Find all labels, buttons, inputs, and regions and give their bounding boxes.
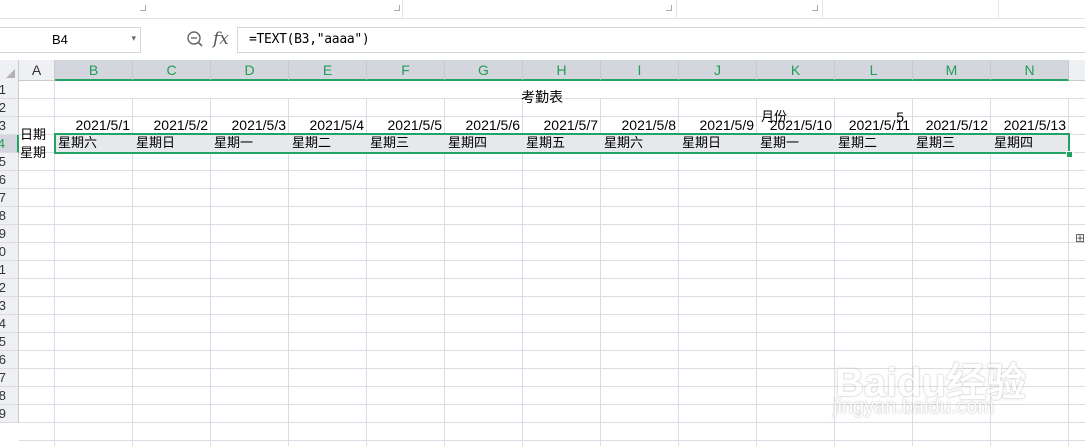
name-box[interactable]: B4 ▾ xyxy=(0,27,141,53)
column-header-a[interactable]: A xyxy=(19,60,55,81)
row-header-9[interactable]: 9 xyxy=(0,225,19,243)
row-header-17[interactable]: 7 xyxy=(0,369,19,387)
column-header-h[interactable]: H xyxy=(523,60,601,81)
column-header-filler xyxy=(1069,60,1085,81)
row-number: 3 xyxy=(0,117,6,134)
name-box-value: B4 xyxy=(52,32,68,47)
row-header-15[interactable]: 5 xyxy=(0,333,19,351)
group-launcher-icon[interactable] xyxy=(394,5,400,11)
row-number: 6 xyxy=(0,171,6,188)
zoom-icon[interactable] xyxy=(186,30,204,48)
toolbar-divider xyxy=(676,0,677,18)
date-cell[interactable]: 2021/5/13 xyxy=(991,117,1066,134)
row-number: 1 xyxy=(0,261,6,278)
row-header-14[interactable]: 4 xyxy=(0,315,19,333)
row-header-6[interactable]: 6 xyxy=(0,171,19,189)
row-number: 9 xyxy=(0,405,6,422)
column-header-c[interactable]: C xyxy=(133,60,211,81)
row-header-19[interactable]: 9 xyxy=(0,405,19,423)
row-number: 2 xyxy=(0,99,6,116)
group-launcher-icon[interactable] xyxy=(812,5,818,11)
toolbar-divider xyxy=(402,0,403,18)
date-cell[interactable]: 2021/5/1 xyxy=(55,117,131,134)
row-number: 8 xyxy=(0,387,6,404)
row-number: 7 xyxy=(0,369,6,386)
formula-input[interactable]: =TEXT(B3,"aaaa") xyxy=(237,27,1085,53)
date-cell[interactable]: 2021/5/5 xyxy=(367,117,443,134)
row-number: 4 xyxy=(0,315,6,332)
date-cell[interactable]: 2021/5/7 xyxy=(523,117,599,134)
toolbar-divider xyxy=(998,0,999,18)
date-cell[interactable]: 2021/5/12 xyxy=(913,117,988,134)
column-header-d[interactable]: D xyxy=(211,60,289,81)
sheet-title: 考勤表 xyxy=(521,90,563,106)
select-all-button[interactable] xyxy=(0,60,19,82)
date-cell[interactable]: 2021/5/6 xyxy=(445,117,521,134)
toolbar-divider xyxy=(822,0,823,18)
date-cell[interactable]: 2021/5/11 xyxy=(835,117,910,134)
row-number: 4 xyxy=(0,135,5,152)
group-launcher-icon[interactable] xyxy=(140,5,146,11)
date-cell[interactable]: 2021/5/4 xyxy=(289,117,365,134)
row-number: 6 xyxy=(0,351,6,368)
watermark: Baidu经验 jingyan.baidu.com xyxy=(830,350,1040,430)
row-header-3[interactable]: 3 xyxy=(0,117,19,135)
function-icon[interactable]: fx xyxy=(213,29,229,49)
formula-text: =TEXT(B3,"aaaa") xyxy=(249,32,370,47)
group-launcher-icon[interactable] xyxy=(666,5,672,11)
row-header-13[interactable]: 3 xyxy=(0,297,19,315)
column-header-g[interactable]: G xyxy=(445,60,523,81)
row-header-12[interactable]: 2 xyxy=(0,279,19,297)
column-header-f[interactable]: F xyxy=(367,60,445,81)
date-cell[interactable]: 2021/5/10 xyxy=(757,117,832,134)
column-header-n[interactable]: N xyxy=(991,60,1069,81)
date-cell[interactable]: 2021/5/9 xyxy=(679,117,755,134)
date-cell[interactable]: 2021/5/8 xyxy=(601,117,677,134)
merged-title-cell[interactable] xyxy=(55,81,1085,98)
chevron-down-icon[interactable]: ▾ xyxy=(131,34,136,44)
row-header-7[interactable]: 7 xyxy=(0,189,19,207)
row-header-18[interactable]: 8 xyxy=(0,387,19,405)
date-cell[interactable]: 2021/5/2 xyxy=(133,117,209,134)
row-header-5[interactable]: 5 xyxy=(0,153,19,171)
side-panel-icon[interactable]: ⊞ xyxy=(1075,231,1085,245)
column-header-l[interactable]: L xyxy=(835,60,913,81)
row-number: 7 xyxy=(0,189,6,206)
fill-handle[interactable] xyxy=(1066,151,1073,158)
column-header-j[interactable]: J xyxy=(679,60,757,81)
selection-border xyxy=(54,133,1070,154)
row-number: 9 xyxy=(0,225,6,242)
column-header-b[interactable]: B xyxy=(55,60,133,81)
row-number: 1 xyxy=(0,81,6,98)
row-number: 8 xyxy=(0,207,6,224)
row-number: 0 xyxy=(0,243,6,260)
column-header-e[interactable]: E xyxy=(289,60,367,81)
toolbar-strip xyxy=(0,0,1085,19)
column-header-m[interactable]: M xyxy=(913,60,991,81)
watermark-url: jingyan.baidu.com xyxy=(833,396,995,418)
row-header-11[interactable]: 1 xyxy=(0,261,19,279)
row-number: 5 xyxy=(0,153,6,170)
row-header-8[interactable]: 8 xyxy=(0,207,19,225)
column-header-k[interactable]: K xyxy=(757,60,835,81)
row-number: 3 xyxy=(0,297,6,314)
weekday-row-label: 星期 xyxy=(20,146,47,161)
row-number: 5 xyxy=(0,333,6,350)
row-number: 2 xyxy=(0,279,6,296)
date-row-label: 日期 xyxy=(20,128,47,143)
row-header-10[interactable]: 0 xyxy=(0,243,19,261)
row-header-1[interactable]: 1 xyxy=(0,81,19,99)
row-header-16[interactable]: 6 xyxy=(0,351,19,369)
row-header-2[interactable]: 2 xyxy=(0,99,19,117)
formula-bar: B4 ▾ fx =TEXT(B3,"aaaa") xyxy=(0,27,1085,53)
date-cell[interactable]: 2021/5/3 xyxy=(211,117,287,134)
column-header-i[interactable]: I xyxy=(601,60,679,81)
row-header-4[interactable]: 4 xyxy=(0,135,19,153)
